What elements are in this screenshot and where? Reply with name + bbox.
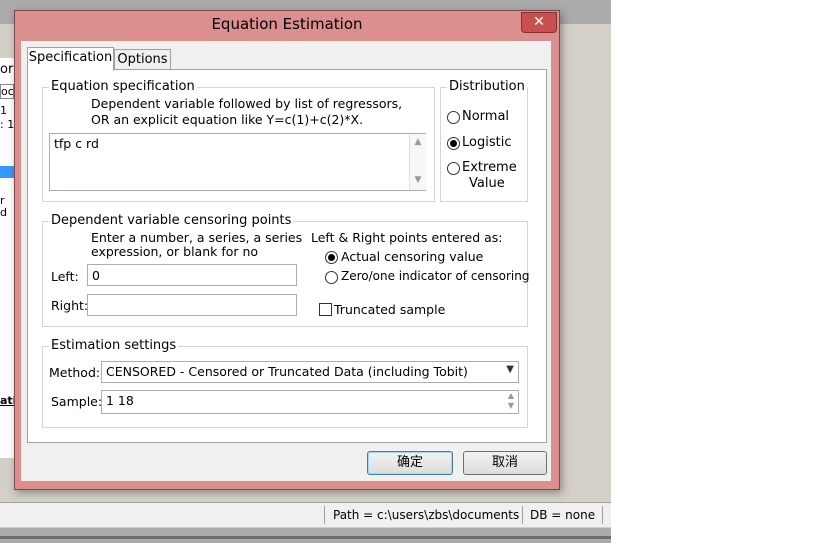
distribution-normal-label[interactable]: Normal [462,109,509,124]
sample-input[interactable]: 1 18 ▲ ▼ [101,390,519,414]
method-label: Method: [49,365,101,380]
close-icon: ✕ [533,14,545,30]
equation-scrollbar[interactable]: ▲ ▼ [409,134,426,190]
distribution-logistic-label[interactable]: Logistic [462,135,511,150]
equation-estimation-dialog: Equation Estimation ✕ Specification Opti… [14,10,560,490]
bottom-border [0,536,611,539]
sample-value: 1 18 [106,393,134,408]
ok-button[interactable]: 确定 [367,451,453,475]
status-bar: Path = c:\users\zbs\documents DB = none [0,502,611,527]
truncated-sample-checkbox[interactable] [319,303,332,316]
equation-hint-1: Dependent variable followed by list of r… [91,96,403,111]
distribution-extreme-radio[interactable] [447,162,460,175]
scroll-up-icon[interactable]: ▲ [410,137,426,147]
method-value: CENSORED - Censored or Truncated Data (i… [106,364,468,379]
zero-one-indicator-radio[interactable] [325,271,338,284]
censoring-hint-1: Enter a number, a series, a series [91,230,303,245]
status-separator [602,506,603,524]
equation-hint-2: OR an explicit equation like Y=c(1)+c(2)… [91,112,364,127]
right-label: Right: [51,298,89,313]
scroll-down-icon[interactable]: ▼ [410,175,426,185]
status-path: Path = c:\users\zbs\documents [333,508,520,522]
strip-text-2[interactable]: oc [0,84,14,99]
distribution-logistic-radio[interactable] [447,137,460,150]
estimation-settings-label: Estimation settings [49,338,179,353]
sample-label: Sample: [51,394,103,409]
tab-specification[interactable]: Specification [27,47,114,71]
equation-spec-group: Equation specification Dependent variabl… [42,79,435,202]
right-censor-input[interactable] [87,294,297,316]
distribution-extreme-label-2[interactable]: Value [469,176,505,191]
distribution-group: Distribution Normal Logistic Extreme Val… [440,79,528,202]
equation-spec-label: Equation specification [49,79,197,94]
left-label: Left: [51,269,79,284]
dialog-title: Equation Estimation [211,15,363,33]
distribution-normal-radio[interactable] [447,111,460,124]
title-bar[interactable]: Equation Estimation ✕ [15,11,559,39]
actual-censoring-label[interactable]: Actual censoring value [341,249,483,264]
method-select[interactable]: CENSORED - Censored or Truncated Data (i… [101,361,519,383]
zero-one-indicator-label[interactable]: Zero/one indicator of censoring [341,269,530,283]
desktop-area [611,0,819,543]
cancel-button[interactable]: 取消 [463,451,547,475]
censoring-label: Dependent variable censoring points [49,213,294,228]
distribution-label: Distribution [447,79,527,94]
status-separator [324,506,325,524]
censoring-hint-2: expression, or blank for no [91,244,259,259]
entered-as-label: Left & Right points entered as: [311,230,503,245]
status-db: DB = none [530,508,596,522]
tab-options[interactable]: Options [114,49,171,70]
dialog-client: Specification Options Equation specifica… [21,41,551,481]
actual-censoring-radio[interactable] [325,251,338,264]
equation-input[interactable] [49,133,426,191]
close-button[interactable]: ✕ [521,12,557,33]
estimation-settings-group: Estimation settings Method: CENSORED - C… [42,338,528,428]
chevron-down-icon[interactable]: ▼ [506,364,514,375]
status-separator [522,506,523,524]
specification-panel: Equation specification Dependent variabl… [27,69,547,443]
left-censor-input[interactable] [87,264,297,286]
censoring-group: Dependent variable censoring points Ente… [42,213,530,327]
strip-selected-row[interactable] [0,166,14,178]
distribution-extreme-label[interactable]: Extreme [462,160,517,175]
truncated-sample-label[interactable]: Truncated sample [334,302,445,317]
sample-spin-icon[interactable]: ▲ ▼ [508,391,514,411]
